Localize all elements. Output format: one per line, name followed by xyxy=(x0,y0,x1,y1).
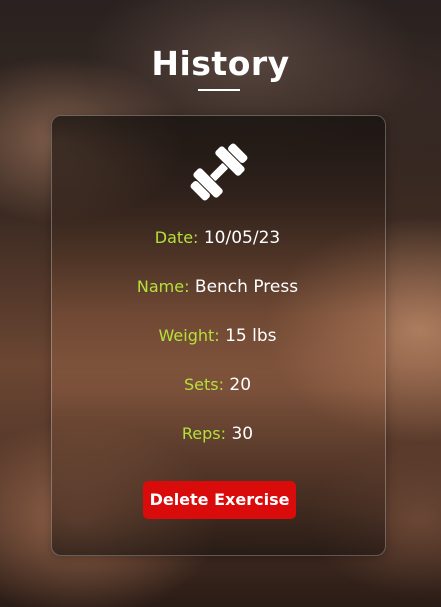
name-label: Name: xyxy=(136,277,190,296)
reps-label: Reps: xyxy=(181,424,227,443)
name-field: Name: Bench Press xyxy=(51,277,384,297)
date-label: Date: xyxy=(154,228,199,247)
sets-value: 20 xyxy=(229,375,252,395)
weight-field: Weight: 15 lbs xyxy=(51,326,384,346)
sets-label: Sets: xyxy=(183,375,224,394)
dumbbell-icon xyxy=(190,143,248,201)
date-field: Date: 10/05/23 xyxy=(51,228,384,248)
reps-field: Reps: 30 xyxy=(51,424,384,444)
title-underline xyxy=(198,89,240,91)
name-value: Bench Press xyxy=(194,277,299,297)
delete-exercise-button[interactable]: Delete Exercise xyxy=(143,481,296,519)
weight-value: 15 lbs xyxy=(225,326,277,346)
reps-value: 30 xyxy=(231,424,254,444)
sets-field: Sets: 20 xyxy=(51,375,384,395)
weight-label: Weight: xyxy=(158,326,220,345)
date-value: 10/05/23 xyxy=(203,228,281,248)
page-title: History xyxy=(151,44,290,83)
